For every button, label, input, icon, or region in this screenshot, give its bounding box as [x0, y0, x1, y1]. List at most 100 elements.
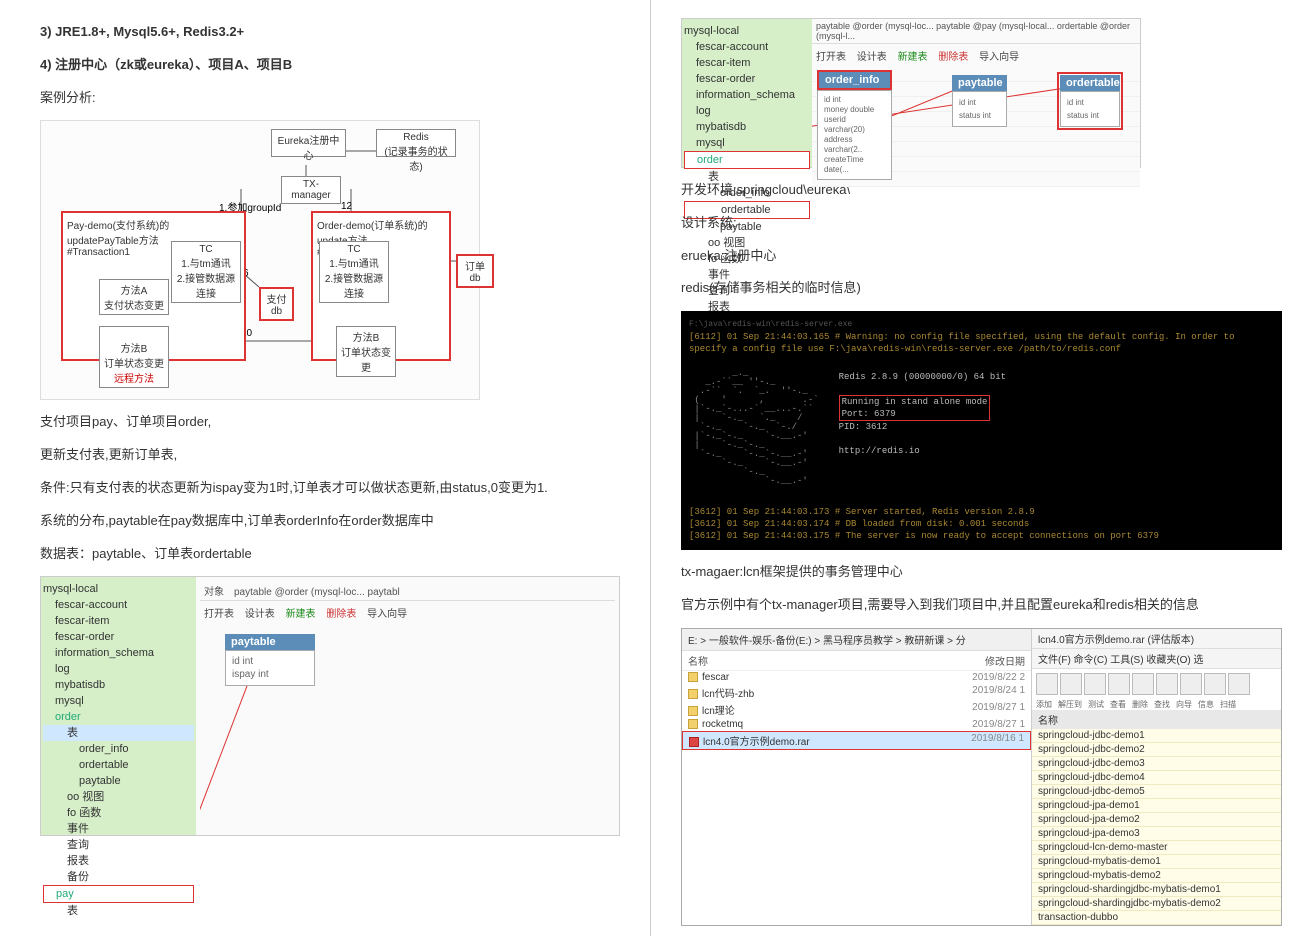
console-line: [3612] 01 Sep 21:44:03.174 # DB loaded f…: [689, 518, 1274, 530]
tree-root[interactable]: mysql-local: [43, 581, 194, 597]
eureka-box: Eureka注册中心: [271, 129, 346, 157]
file-panel: E: > 一般软件-娱乐-备份(E:) > 黑马程序员教学 > 教研新课 > 分…: [681, 628, 1282, 926]
tree-db-order[interactable]: order: [684, 151, 810, 169]
rar-col[interactable]: 名称: [1032, 710, 1281, 729]
tree-item[interactable]: information_schema: [43, 645, 194, 661]
btn-view[interactable]: [1108, 673, 1130, 695]
file-row[interactable]: rocketmq2019/8/27 1: [682, 718, 1031, 731]
file-row[interactable]: fescar2019/8/22 2: [682, 671, 1031, 684]
rar-item[interactable]: transaction-dubbo: [1032, 911, 1281, 925]
console-line: [3612] 01 Sep 21:44:03.173 # Server star…: [689, 506, 1274, 518]
rar-list: 名称 springcloud-jdbc-demo1 springcloud-jd…: [1032, 710, 1281, 925]
rar-item[interactable]: springcloud-jdbc-demo3: [1032, 757, 1281, 771]
tree-reports[interactable]: 报表: [43, 853, 194, 869]
tree-tables-node[interactable]: 表: [43, 903, 194, 919]
tree-item[interactable]: information_schema: [684, 87, 810, 103]
rar-window: lcn4.0官方示例demo.rar (评估版本) 文件(F) 命令(C) 工具…: [1031, 629, 1281, 925]
folder-icon: [688, 706, 698, 716]
table-header: paytable: [225, 634, 315, 650]
tree-item[interactable]: fescar-order: [684, 71, 810, 87]
tree-item[interactable]: fescar-item: [43, 613, 194, 629]
rar-item[interactable]: springcloud-mybatis-demo1: [1032, 855, 1281, 869]
tree-item[interactable]: log: [43, 661, 194, 677]
txmanager-box: TX-manager: [281, 176, 341, 204]
rar-item[interactable]: springcloud-jpa-demo1: [1032, 799, 1281, 813]
tree-item[interactable]: fescar-item: [684, 55, 810, 71]
redis-box: Redis (记录事务的状态): [376, 129, 456, 157]
tree-table[interactable]: ordertable: [43, 757, 194, 773]
tree-root[interactable]: mysql-local: [684, 23, 810, 39]
btn-delete[interactable]: 删除表: [938, 52, 968, 63]
tree-item[interactable]: fescar-account: [43, 597, 194, 613]
rar-item[interactable]: springcloud-jdbc-demo2: [1032, 743, 1281, 757]
p-redis: redis(存储事务相关的临时信息): [681, 278, 1282, 299]
rar-item[interactable]: springcloud-jpa-demo3: [1032, 827, 1281, 841]
open-tabs[interactable]: paytable @order (mysql-loc... paytable @…: [812, 19, 1140, 44]
tree-item[interactable]: mybatisdb: [43, 677, 194, 693]
rar-item[interactable]: springcloud-jdbc-demo1: [1032, 729, 1281, 743]
rar-item[interactable]: springcloud-jdbc-demo4: [1032, 771, 1281, 785]
btn-open[interactable]: 打开表: [204, 609, 234, 620]
table-cols: id int status int: [1060, 91, 1120, 127]
btn-design[interactable]: 设计表: [245, 609, 275, 620]
pay-db: 支付db: [259, 287, 294, 321]
rar-item[interactable]: springcloud-lcn-demo-master: [1032, 841, 1281, 855]
tc2-box: TC 1.与tm通讯 2.接管数据源连接: [319, 241, 389, 303]
btn-design[interactable]: 设计表: [857, 52, 887, 63]
tree-item[interactable]: log: [684, 103, 810, 119]
document-page: 3) JRE1.8+, Mysql5.6+, Redis3.2+ 4) 注册中心…: [0, 0, 1302, 936]
p-condition: 条件:只有支付表的状态更新为ispay变为1时,订单表才可以做状态更新,由sta…: [40, 478, 620, 499]
btn-del[interactable]: [1132, 673, 1154, 695]
btn-new[interactable]: 新建表: [898, 52, 928, 63]
tree-item[interactable]: fescar-order: [43, 629, 194, 645]
folder-icon: [688, 689, 698, 699]
rar-item[interactable]: springcloud-shardingjdbc-mybatis-demo1: [1032, 883, 1281, 897]
tree-functions[interactable]: fo 函数: [43, 805, 194, 821]
rar-item[interactable]: springcloud-shardingjdbc-mybatis-demo2: [1032, 897, 1281, 911]
tree-table[interactable]: order_info: [43, 741, 194, 757]
btn-info[interactable]: [1204, 673, 1226, 695]
console-line: Redis 2.8.9 (00000000/0) 64 bit: [839, 371, 1006, 383]
table-header: paytable: [952, 75, 1007, 91]
btn-wizard[interactable]: [1180, 673, 1202, 695]
tree-item[interactable]: mysql: [43, 693, 194, 709]
btn-open[interactable]: 打开表: [816, 52, 846, 63]
tree-db-order[interactable]: order: [43, 709, 194, 725]
file-row-selected[interactable]: lcn4.0官方示例demo.rar2019/8/16 1: [682, 731, 1031, 750]
p-pay-order: 支付项目pay、订单项目order,: [40, 412, 620, 433]
p-example: 官方示例中有个tx-manager项目,需要导入到我们项目中,并且配置eurek…: [681, 595, 1282, 616]
tree-item[interactable]: fescar-account: [684, 39, 810, 55]
btn-scan[interactable]: [1228, 673, 1250, 695]
open-tabs[interactable]: paytable @order (mysql-loc... paytabl: [234, 587, 400, 598]
tree-queries[interactable]: 查询: [43, 837, 194, 853]
file-row[interactable]: lcn理论2019/8/27 1: [682, 701, 1031, 718]
btn-add[interactable]: [1036, 673, 1058, 695]
heading-3: 3) JRE1.8+, Mysql5.6+, Redis3.2+: [40, 22, 620, 43]
btn-import[interactable]: 导入向导: [979, 52, 1019, 63]
folder-icon: [688, 672, 698, 682]
tree-events[interactable]: 事件: [43, 821, 194, 837]
tree-views[interactable]: oo 视图: [43, 789, 194, 805]
btn-extract[interactable]: [1060, 673, 1082, 695]
path-bar[interactable]: E: > 一般软件-娱乐-备份(E:) > 黑马程序员教学 > 教研新课 > 分: [682, 629, 1031, 651]
tree-item[interactable]: mysql: [684, 135, 810, 151]
col-name[interactable]: 名称: [688, 653, 955, 668]
rar-item[interactable]: springcloud-mybatis-demo2: [1032, 869, 1281, 883]
tab-object[interactable]: 对象: [204, 587, 224, 598]
tree-tables-node[interactable]: 表: [43, 725, 194, 741]
rar-item[interactable]: springcloud-jpa-demo2: [1032, 813, 1281, 827]
btn-delete[interactable]: 删除表: [326, 609, 356, 620]
tree-backup[interactable]: 备份: [43, 869, 194, 885]
tree-table[interactable]: paytable: [43, 773, 194, 789]
btn-new[interactable]: 新建表: [286, 609, 316, 620]
rar-item[interactable]: springcloud-jdbc-demo5: [1032, 785, 1281, 799]
file-row[interactable]: lcn代码-zhb2019/8/24 1: [682, 684, 1031, 701]
btn-import[interactable]: 导入向导: [367, 609, 407, 620]
btn-find[interactable]: [1156, 673, 1178, 695]
tree-db-pay[interactable]: pay: [43, 885, 194, 903]
col-date[interactable]: 修改日期: [955, 653, 1025, 668]
rar-menu[interactable]: 文件(F) 命令(C) 工具(S) 收藏夹(O) 选: [1032, 649, 1281, 669]
btn-test[interactable]: [1084, 673, 1106, 695]
tree-item[interactable]: mybatisdb: [684, 119, 810, 135]
console-line: [6112] 01 Sep 21:44:03.165 # Warning: no…: [689, 331, 1274, 355]
